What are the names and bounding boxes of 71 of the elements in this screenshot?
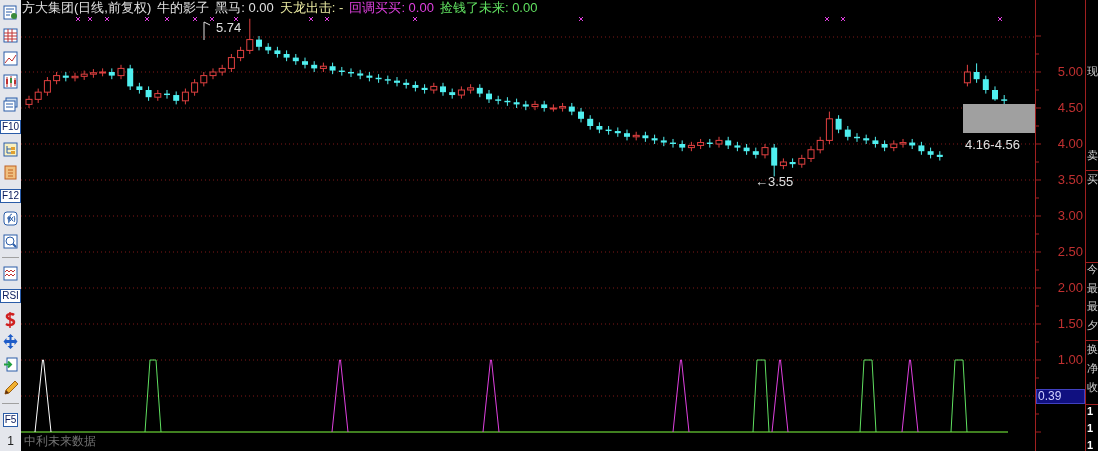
panel-label: 换 — [1087, 342, 1098, 356]
toolbar-button[interactable]: F12 — [0, 188, 22, 203]
candlestick — [440, 82, 446, 97]
axis-label: 1.00 — [1057, 353, 1083, 367]
candlestick — [302, 57, 308, 69]
windows-icon[interactable] — [2, 95, 19, 113]
candlestick — [973, 62, 980, 84]
panel-label: 收 — [1087, 380, 1098, 394]
function-icon[interactable] — [2, 209, 19, 227]
magnifier-icon[interactable] — [2, 232, 19, 250]
wave-icon[interactable] — [2, 264, 19, 282]
candlestick — [899, 138, 907, 149]
indicator-reading: 天龙出击: - — [279, 0, 344, 16]
indicator-reading: 回调买买: 0.00 — [349, 0, 434, 16]
panel-label: 今 — [1087, 262, 1098, 276]
candlestick — [127, 64, 134, 91]
candlestick — [394, 76, 400, 87]
price-label: ←3.55 — [755, 175, 794, 189]
page-number: 1 — [7, 433, 14, 450]
panel-label: 1 — [1087, 421, 1094, 435]
candlestick — [963, 64, 971, 87]
axis-label: 1.50 — [1057, 317, 1083, 331]
panel-label: 1 — [1087, 438, 1094, 451]
toolbar-button[interactable]: F5 — [2, 412, 19, 427]
enter-arrow-icon[interactable] — [2, 356, 19, 374]
panel-label: 最 — [1087, 281, 1098, 295]
panel-label: 现 — [1087, 64, 1098, 78]
panel-label: 卖 — [1087, 148, 1098, 162]
price-label: 4.16-4.56 — [965, 138, 1020, 152]
price-range-band — [963, 104, 1035, 133]
toolbar-button[interactable]: RSI — [0, 289, 21, 304]
panel-label: 夕 — [1087, 318, 1098, 332]
axis-label: 3.50 — [1057, 173, 1083, 187]
indicator-reading: 捡钱了未来: 0.00 — [439, 0, 538, 16]
candlestick — [624, 129, 630, 141]
candlestick — [25, 95, 33, 109]
pencil-icon[interactable] — [2, 379, 19, 397]
axis-label: 2.50 — [1057, 245, 1083, 259]
line-chart-icon[interactable] — [2, 49, 19, 67]
move-arrows-icon[interactable] — [2, 333, 19, 351]
panel-label: 买 — [1087, 172, 1098, 186]
axis-label: 4.00 — [1057, 137, 1083, 151]
candlestick — [209, 67, 217, 80]
table-icon[interactable] — [2, 26, 19, 44]
axis-label: 2.00 — [1057, 281, 1083, 295]
report-icon[interactable] — [2, 3, 19, 21]
indicator-value: 0.39 — [1036, 389, 1085, 404]
candlestick — [578, 107, 584, 123]
panel-label: 1 — [1087, 404, 1094, 418]
candlestick — [246, 18, 254, 55]
leader-line — [203, 21, 211, 41]
panel-label: 最 — [1087, 299, 1098, 313]
candlestick — [715, 136, 723, 149]
candlestick — [43, 76, 51, 97]
candlestick — [771, 143, 778, 177]
candlestick — [256, 35, 262, 51]
indicator-reading: 牛的影子 — [157, 0, 210, 16]
candlestick-icon[interactable] — [2, 72, 19, 90]
candlestick — [825, 111, 833, 145]
axis-label: 4.50 — [1057, 101, 1083, 115]
chart-title: 方大集团(日线,前复权) — [22, 0, 152, 16]
axis-label: 3.00 — [1057, 209, 1083, 223]
candlestick — [531, 100, 539, 111]
indicator-name: 中利未来数据 — [24, 434, 96, 448]
toolbar-button[interactable]: F10 — [0, 119, 22, 134]
tree-icon[interactable] — [2, 141, 19, 159]
price-label: 5.74 — [216, 21, 242, 35]
axis-label: 5.00 — [1057, 65, 1083, 79]
panel-label: 净 — [1087, 361, 1098, 375]
indicator-reading: 黑马: 0.00 — [215, 0, 274, 16]
candlestick — [71, 72, 79, 82]
